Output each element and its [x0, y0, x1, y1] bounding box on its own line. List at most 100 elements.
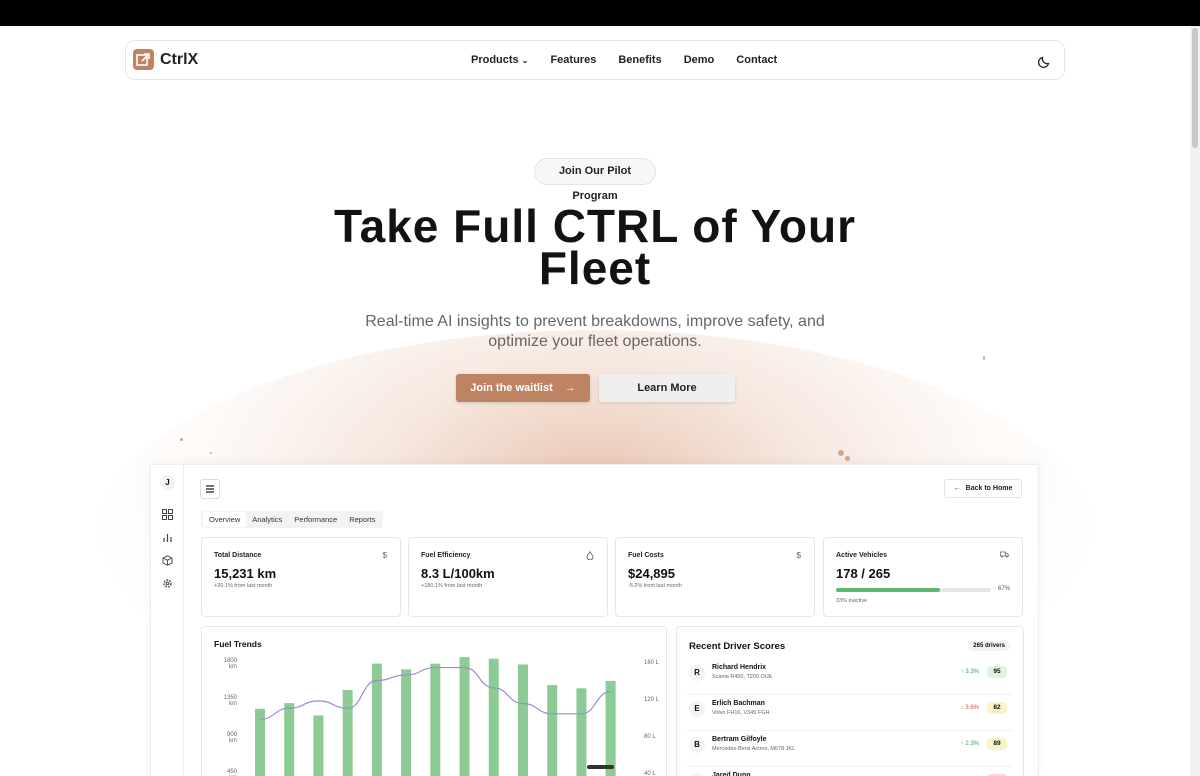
nav-benefits[interactable]: Benefits	[618, 54, 661, 66]
driver-trend: ↓ 3.6%	[960, 705, 979, 711]
driver-name: Richard Hendrix	[712, 664, 767, 671]
dollar-icon: $	[382, 551, 387, 560]
fuel-bar	[313, 715, 324, 776]
scrollbar-thumb[interactable]	[1192, 28, 1198, 148]
arrow-left-icon: ←	[953, 485, 961, 492]
menu-toggle-button[interactable]	[200, 479, 220, 499]
driver-score-badge: 89	[987, 738, 1007, 750]
stat-card-active-vehicles: Active Vehicles 178 / 265 67% 33% inacti…	[823, 537, 1023, 617]
fuel-bar	[488, 658, 499, 776]
page-scrollbar[interactable]	[1190, 26, 1200, 776]
decor-dot	[838, 450, 844, 456]
driver-avatar: R	[689, 665, 705, 681]
driver-name: Jared Dunn	[712, 772, 751, 776]
brand-name: CtrlX	[160, 50, 199, 68]
driver-score-badge: 95	[987, 666, 1007, 678]
droplet-icon	[586, 551, 594, 560]
fuel-bar	[576, 688, 587, 776]
stat-value: $24,895	[628, 566, 675, 581]
fuel-bar	[342, 689, 353, 776]
driver-row[interactable]: R Richard Hendrix Scania R450, T200 OUE ↑ 3…	[687, 661, 1013, 695]
logo-icon	[133, 49, 154, 70]
fuel-bar	[430, 663, 441, 776]
y-tick-right: 80 L	[644, 734, 656, 740]
dashboard-sidebar: J	[151, 465, 184, 776]
chevron-down-icon: ⌄	[521, 56, 529, 65]
y-tick-right: 40 L	[644, 771, 656, 776]
nav-demo[interactable]: Demo	[684, 54, 715, 66]
nav-products-label: Products	[471, 54, 519, 66]
active-vehicles-progress	[836, 588, 991, 592]
fuel-bar	[517, 664, 528, 776]
driver-scores-title: Recent Driver Scores	[689, 641, 786, 652]
stat-label: Fuel Costs	[628, 552, 664, 559]
decor-dot	[983, 356, 985, 360]
driver-name: Erlich Bachman	[712, 700, 765, 707]
driver-name: Bertram Gilfoyle	[712, 736, 767, 743]
fuel-bar	[459, 657, 470, 776]
learn-more-button[interactable]: Learn More	[599, 374, 735, 402]
stat-card-fuel-costs: Fuel Costs $ $24,895 -5.2% from last mon…	[615, 537, 815, 617]
stat-value: 15,231 km	[214, 566, 277, 581]
fuel-bar	[605, 680, 616, 776]
grid-icon[interactable]	[162, 509, 173, 520]
stat-change: +180.1% from last month	[421, 583, 483, 589]
stat-change: -5.2% from last month	[628, 583, 682, 589]
join-waitlist-button[interactable]: Join the waitlist →	[456, 374, 590, 402]
main-navbar: CtrlX Products ⌄ Features Benefits Demo …	[125, 40, 1065, 80]
fuel-trends-chart: 1800km1350km900km450km160 L120 L80 L40 L	[224, 657, 660, 776]
box-icon[interactable]	[162, 555, 173, 566]
drag-handle[interactable]	[587, 765, 614, 769]
stat-card-total-distance: Total Distance $ 15,231 km +20.1% from l…	[201, 537, 401, 617]
driver-row[interactable]: JJared Dunn↓ 2.6%73	[687, 769, 1013, 776]
arrow-right-icon: →	[564, 382, 576, 394]
driver-score-badge: 82	[987, 702, 1007, 714]
driver-vehicle: Mercedes-Benz Actros, M678 JKL	[712, 746, 796, 752]
y-tick-right: 120 L	[644, 697, 660, 703]
y-tick-left-unit: km	[229, 664, 237, 670]
dollar-icon: $	[796, 551, 801, 560]
driver-row[interactable]: E Erlich Bachman Volvo FH16, V345 FGH ↓ 3.6…	[687, 697, 1013, 731]
progress-fill	[836, 588, 940, 592]
dashboard-preview: J ← Back to Home Overview Analytics Perfo…	[150, 464, 1039, 776]
hero-title-line2: Fleet	[538, 242, 652, 294]
back-to-home-button[interactable]: ← Back to Home	[944, 479, 1022, 498]
y-tick-right: 160 L	[644, 660, 660, 666]
join-waitlist-label: Join the waitlist	[470, 382, 553, 394]
nav-features[interactable]: Features	[550, 54, 596, 66]
bar-chart-icon[interactable]	[162, 532, 173, 543]
gear-icon[interactable]	[162, 578, 173, 589]
progress-percent: 67%	[997, 586, 1010, 592]
driver-vehicle: Volvo FH16, V345 FGH	[712, 710, 770, 716]
moon-icon[interactable]	[1038, 54, 1052, 68]
hero-subtitle: Real-time AI insights to prevent breakdo…	[365, 313, 825, 350]
stat-change: +20.1% from last month	[214, 583, 273, 589]
decor-dot	[845, 456, 850, 461]
driver-scores-card: Recent Driver Scores 265 drivers R Richar…	[676, 626, 1024, 776]
tab-analytics[interactable]: Analytics	[246, 512, 288, 527]
brand-logo[interactable]: CtrlX	[133, 49, 198, 70]
stat-value: 178 / 265	[836, 566, 891, 581]
avatar[interactable]: J	[160, 475, 175, 490]
driver-row[interactable]: B Bertram Gilfoyle Mercedes-Benz Actros, M…	[687, 733, 1013, 767]
decor-dot	[180, 438, 183, 441]
stat-label: Active Vehicles	[836, 552, 887, 559]
hero-title: Take Full CTRL of Your Fleet	[300, 203, 890, 291]
tab-performance[interactable]: Performance	[288, 512, 343, 527]
nav-contact[interactable]: Contact	[736, 54, 777, 66]
y-tick-left-unit: km	[229, 738, 237, 744]
stat-label: Total Distance	[214, 552, 262, 559]
driver-avatar: B	[689, 737, 705, 753]
browser-top-bar	[0, 0, 1200, 26]
pilot-program-badge[interactable]: Join Our Pilot Program	[534, 158, 656, 202]
truck-icon	[1000, 551, 1009, 558]
nav-products[interactable]: Products ⌄	[471, 54, 528, 66]
fuel-bar	[547, 685, 558, 776]
hamburger-icon	[206, 485, 214, 493]
tab-reports[interactable]: Reports	[343, 512, 381, 527]
driver-trend: ↑ 3.3%	[960, 669, 979, 675]
stat-label: Fuel Efficiency	[421, 552, 471, 559]
decor-dot	[210, 452, 212, 454]
tab-overview[interactable]: Overview	[203, 512, 247, 527]
driver-vehicle: Scania R450, T200 OUE	[712, 674, 773, 680]
